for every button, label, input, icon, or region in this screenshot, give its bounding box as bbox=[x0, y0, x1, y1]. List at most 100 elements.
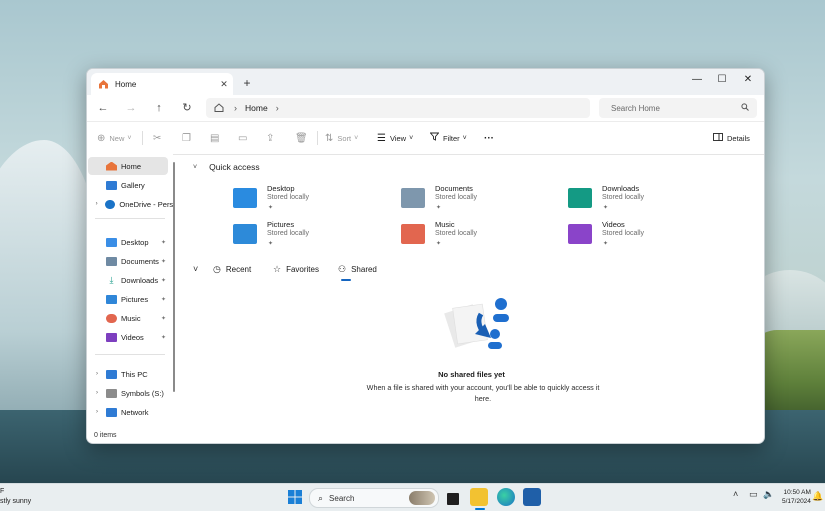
chevron-right-icon[interactable]: › bbox=[92, 409, 102, 415]
address-bar[interactable]: › Home › bbox=[206, 98, 590, 118]
tab-favorites[interactable]: ☆ Favorites bbox=[273, 264, 319, 275]
breadcrumb-home[interactable]: Home bbox=[245, 103, 268, 113]
more-options-button[interactable]: ··· bbox=[484, 130, 494, 146]
clock-icon: ◷ bbox=[213, 264, 221, 274]
notification-bell-icon[interactable]: 🔔 bbox=[812, 491, 823, 502]
edge-browser-icon[interactable] bbox=[497, 488, 515, 506]
quick-access-pictures[interactable]: Pictures Stored locally ✦ bbox=[233, 220, 393, 254]
delete-button[interactable]: 🗑 bbox=[295, 130, 312, 146]
refresh-button[interactable]: ↻ bbox=[179, 100, 195, 116]
tab-recent[interactable]: ◷ Recent bbox=[213, 264, 251, 275]
paste-button[interactable]: ▤ bbox=[210, 130, 223, 146]
sidebar-item-pictures[interactable]: Pictures ✦ bbox=[88, 290, 168, 308]
task-view-icon[interactable] bbox=[445, 491, 461, 507]
pin-icon[interactable]: ✦ bbox=[161, 258, 166, 265]
view-button[interactable]: ☰ View ˅ bbox=[377, 130, 413, 146]
sidebar-item-symbols-drive[interactable]: › Symbols (S:) bbox=[88, 384, 168, 402]
folder-name: Downloads bbox=[602, 184, 640, 193]
rename-button[interactable]: ▭ bbox=[238, 130, 251, 146]
maximize-button[interactable]: ☐ bbox=[709, 71, 735, 89]
chevron-down-icon: ˅ bbox=[193, 264, 199, 274]
sidebar-item-this-pc[interactable]: › This PC bbox=[88, 365, 168, 383]
chevron-up-icon[interactable]: ˄ bbox=[733, 489, 738, 499]
details-button[interactable]: Details bbox=[713, 130, 750, 146]
sidebar-divider bbox=[95, 354, 165, 355]
people-icon: ⚇ bbox=[338, 264, 347, 274]
quick-access-music[interactable]: Music Stored locally ✦ bbox=[401, 220, 561, 254]
pc-icon bbox=[106, 369, 117, 379]
quick-access-downloads[interactable]: Downloads Stored locally ✦ bbox=[568, 184, 728, 218]
search-icon: ⌕ bbox=[318, 492, 324, 503]
back-button[interactable]: ← bbox=[95, 100, 111, 116]
pin-icon[interactable]: ✦ bbox=[161, 315, 166, 322]
sidebar-scrollbar[interactable] bbox=[173, 162, 175, 392]
network-tray-icon[interactable]: ▭ bbox=[749, 489, 758, 500]
folder-name: Pictures bbox=[267, 220, 295, 229]
weather-condition: stly sunny bbox=[0, 498, 32, 505]
minimize-button[interactable]: — bbox=[684, 71, 710, 89]
new-button[interactable]: ⊕ New ˅ bbox=[97, 130, 132, 146]
sidebar-item-documents[interactable]: Documents ✦ bbox=[88, 252, 168, 270]
sidebar-item-network[interactable]: › Network bbox=[88, 403, 168, 421]
pin-icon[interactable]: ✦ bbox=[161, 277, 166, 284]
quick-access-header[interactable]: ˅ Quick access bbox=[193, 162, 260, 172]
sort-button[interactable]: ⇅ Sort ˅ bbox=[325, 130, 358, 146]
share-button[interactable]: ⇪ bbox=[266, 130, 278, 146]
sidebar-item-videos[interactable]: Videos ✦ bbox=[88, 328, 168, 346]
collapse-chevron[interactable]: ˅ bbox=[193, 264, 203, 274]
forward-button[interactable]: → bbox=[123, 100, 139, 116]
pin-icon[interactable]: ✦ bbox=[161, 334, 166, 341]
taskbar-search-label: Search bbox=[329, 493, 355, 503]
network-icon bbox=[106, 407, 117, 417]
documents-icon bbox=[106, 256, 117, 266]
sidebar-item-gallery[interactable]: Gallery bbox=[88, 176, 168, 194]
system-clock[interactable]: 10:50 AM 5/17/2024 bbox=[782, 488, 811, 506]
pictures-folder-icon bbox=[233, 224, 257, 244]
quick-access-desktop[interactable]: Desktop Stored locally ✦ bbox=[233, 184, 393, 218]
desktop-icon bbox=[106, 237, 117, 247]
volume-icon[interactable]: 🔈 bbox=[763, 489, 774, 500]
file-explorer-taskbar-icon[interactable] bbox=[470, 488, 488, 506]
tab-close-icon[interactable]: ✕ bbox=[217, 79, 231, 90]
sidebar-item-label: Home bbox=[121, 161, 142, 171]
search-box[interactable] bbox=[599, 98, 757, 118]
sidebar-item-downloads[interactable]: ⤓ Downloads ✦ bbox=[88, 271, 168, 289]
gallery-icon bbox=[106, 180, 117, 190]
home-icon bbox=[97, 79, 109, 89]
chevron-down-icon[interactable]: ˅ bbox=[193, 164, 197, 171]
quick-access-videos[interactable]: Videos Stored locally ✦ bbox=[568, 220, 728, 254]
chevron-right-icon[interactable]: › bbox=[92, 371, 102, 377]
rename-icon: ▭ bbox=[238, 132, 248, 144]
chevron-right-icon[interactable]: › bbox=[92, 201, 101, 207]
sidebar-item-desktop[interactable]: Desktop ✦ bbox=[88, 233, 168, 251]
sidebar-item-music[interactable]: Music ✦ bbox=[88, 309, 168, 327]
store-icon[interactable] bbox=[523, 488, 541, 506]
tab-home[interactable]: Home ✕ bbox=[91, 73, 233, 95]
pin-icon[interactable]: ✦ bbox=[161, 296, 166, 303]
tab-shared[interactable]: ⚇ Shared bbox=[338, 264, 377, 275]
filter-button[interactable]: Filter ˅ bbox=[429, 130, 467, 146]
taskbar-search[interactable]: ⌕ Search bbox=[309, 488, 439, 508]
sidebar-item-home[interactable]: Home bbox=[88, 157, 168, 175]
new-tab-button[interactable]: + bbox=[239, 75, 255, 91]
sort-label: Sort bbox=[337, 133, 352, 143]
copy-button[interactable]: ❐ bbox=[182, 130, 195, 146]
close-button[interactable]: ✕ bbox=[735, 71, 761, 89]
chevron-right-icon[interactable]: › bbox=[276, 103, 279, 113]
sidebar-item-label: Network bbox=[121, 407, 149, 417]
start-button[interactable] bbox=[286, 488, 304, 506]
weather-widget[interactable]: F stly sunny bbox=[0, 487, 31, 507]
pin-icon[interactable]: ✦ bbox=[161, 239, 166, 246]
sidebar-item-onedrive[interactable]: › OneDrive - Perso bbox=[88, 195, 173, 213]
filter-icon bbox=[429, 132, 440, 144]
pin-icon: ✦ bbox=[268, 241, 274, 247]
drive-icon bbox=[106, 388, 117, 398]
chevron-right-icon[interactable]: › bbox=[234, 103, 237, 113]
search-input[interactable] bbox=[609, 102, 733, 114]
cut-button[interactable]: ✂ bbox=[153, 130, 165, 146]
empty-state-description: When a file is shared with your account,… bbox=[366, 383, 600, 403]
chevron-down-icon: ˅ bbox=[127, 134, 132, 142]
quick-access-documents[interactable]: Documents Stored locally ✦ bbox=[401, 184, 561, 218]
chevron-right-icon[interactable]: › bbox=[92, 390, 102, 396]
up-button[interactable]: ↑ bbox=[151, 100, 167, 116]
